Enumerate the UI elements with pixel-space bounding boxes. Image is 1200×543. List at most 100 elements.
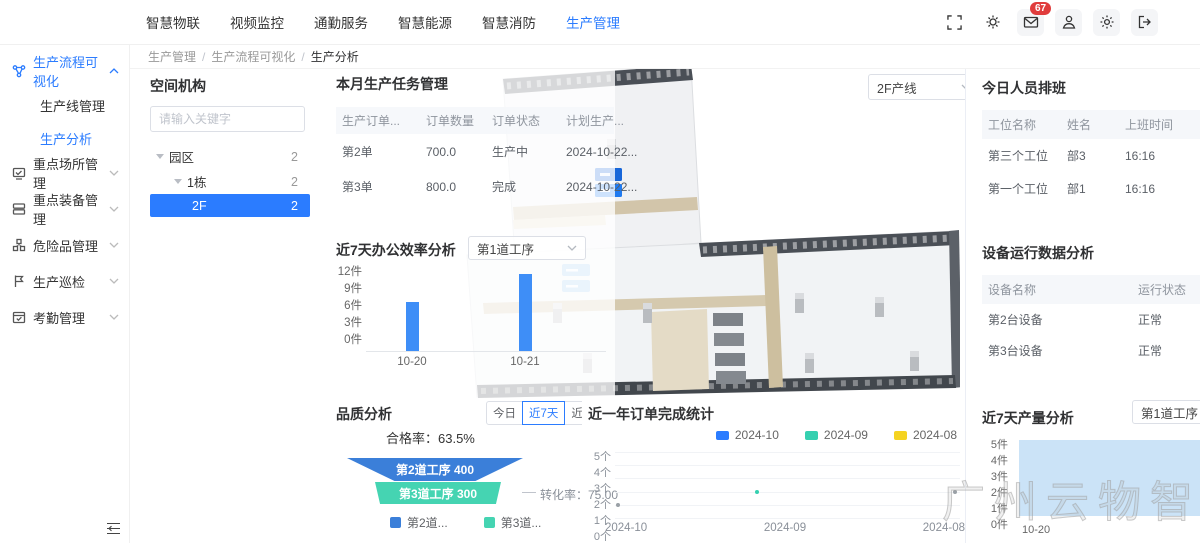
column-header: 计划生产... — [560, 112, 640, 129]
theme-sun-icon[interactable] — [1093, 9, 1120, 36]
x-tick-label: 2024-08 — [923, 522, 965, 534]
right-column: 今日人员排班 工位名称姓名上班时间下班时间第三个工位部316:162第一个工位部… — [965, 68, 1200, 543]
tree-node-count: 2 — [291, 199, 298, 213]
task-table-header-row: 生产订单...订单数量订单状态计划生产... — [336, 107, 614, 134]
output-x-label: 10-20 — [1022, 524, 1050, 536]
legend-color-swatch — [716, 431, 729, 440]
sidebar-item-line-management[interactable]: 生产线管理 — [0, 89, 129, 122]
y-tick-label: 4件 — [991, 452, 1008, 468]
tree-node-2F[interactable]: 2F2 — [150, 194, 310, 217]
sidebar-item-label: 生产巡检 — [33, 272, 85, 291]
tree-node-1栋[interactable]: 1栋 2 — [150, 169, 310, 194]
space-search-input[interactable] — [150, 106, 305, 132]
efficiency-plot-area: 10-2010-21 — [366, 268, 606, 352]
y-tick-label: 0件 — [344, 331, 362, 347]
user-icon[interactable] — [1055, 9, 1082, 36]
nav-item-视频监控[interactable]: 视频监控 — [230, 12, 284, 32]
space-tree: 园区21栋22F2 — [150, 144, 310, 217]
nav-item-智慧能源[interactable]: 智慧能源 — [398, 12, 452, 32]
sidebar-item-key-equipment[interactable]: 重点装备管理 — [0, 191, 129, 227]
nav-item-智慧消防[interactable]: 智慧消防 — [482, 12, 536, 32]
top-icon-group: 67 — [941, 9, 1158, 36]
legend-item: 第2道... — [390, 514, 448, 531]
output-select-value: 第1道工序 — [1141, 403, 1198, 422]
table-row: 第三个工位部316:162 — [982, 139, 1200, 172]
schedule-table: 工位名称姓名上班时间下班时间第三个工位部316:162第一个工位部116:162 — [982, 110, 1200, 205]
legend-color-swatch — [390, 517, 401, 528]
sidebar-item-hazardous-materials[interactable]: 危险品管理 — [0, 227, 129, 263]
gridline — [615, 478, 960, 479]
logout-exit-icon[interactable] — [1131, 9, 1158, 36]
breadcrumb-item[interactable]: 生产分析 — [311, 48, 359, 65]
funnel-stage-1[interactable]: 第2道工序 400 — [347, 458, 523, 481]
sidebar-item-production-analysis[interactable]: 生产分析 — [0, 122, 129, 155]
sidebar-item-label: 生产流程可视化 — [33, 52, 102, 90]
output-process-select[interactable]: 第1道工序 — [1132, 400, 1200, 424]
legend-item[interactable]: 2024-08 — [894, 428, 957, 442]
cell: 部1 — [1061, 180, 1119, 197]
nav-item-通勤服务[interactable]: 通勤服务 — [314, 12, 368, 32]
column-header: 订单状态 — [486, 112, 560, 129]
column-header: 运行状态 — [1132, 281, 1200, 298]
fullscreen-icon[interactable] — [941, 9, 968, 36]
period-button-今日[interactable]: 今日 — [486, 401, 523, 425]
chevron-down-icon — [567, 245, 577, 251]
schedule-panel-title: 今日人员排班 — [982, 78, 1200, 98]
sidebar: 生产流程可视化 生产线管理 生产分析 重点场所管理 重点装备管理 危险品管理 生… — [0, 45, 130, 543]
cell: 2024-10-22... — [560, 180, 640, 194]
period-button-近7天[interactable]: 近7天 — [522, 401, 565, 425]
production-line-select-value: 2F产线 — [877, 78, 917, 97]
y-tick-label: 3件 — [344, 314, 362, 330]
production-line-select[interactable]: 2F产线 — [868, 74, 980, 100]
funnel-stage-2[interactable]: 第3道工序 300 — [375, 482, 501, 504]
settings-gear-icon[interactable] — [979, 9, 1006, 36]
column-header: 生产订单... — [336, 112, 420, 129]
caret-down-icon[interactable] — [174, 179, 182, 184]
table-row: 第3单800.0完成2024-10-22... — [336, 169, 614, 204]
period-button-近30天[interactable]: 近30天 — [564, 401, 582, 425]
cell: 第一个工位 — [982, 180, 1061, 197]
legend-item[interactable]: 2024-09 — [805, 428, 868, 442]
legend-label: 2024-09 — [824, 428, 868, 442]
column-header: 设备名称 — [982, 281, 1132, 298]
tree-node-园区[interactable]: 园区2 — [150, 144, 310, 169]
legend-label: 第3道... — [501, 514, 542, 531]
y-tick-label: 12件 — [338, 263, 362, 279]
sidebar-item-production-flow[interactable]: 生产流程可视化 — [0, 53, 129, 89]
monthly-task-panel: 本月生产任务管理 生产订单...订单数量订单状态计划生产...第2单700.0生… — [336, 74, 614, 204]
tree-node-label: 1栋 — [187, 172, 206, 191]
cell: 正常 — [1132, 342, 1200, 359]
gridline — [615, 505, 960, 506]
sidebar-item-label: 危险品管理 — [33, 236, 98, 255]
tree-node-count: 2 — [291, 175, 298, 189]
y-tick-label: 3个 — [594, 480, 611, 496]
sidebar-collapse-icon[interactable] — [106, 522, 121, 535]
sidebar-item-key-places[interactable]: 重点场所管理 — [0, 155, 129, 191]
legend-item[interactable]: 2024-10 — [716, 428, 779, 442]
mail-icon[interactable]: 67 — [1017, 9, 1044, 36]
efficiency-process-select[interactable]: 第1道工序 — [468, 236, 586, 260]
nav-item-生产管理[interactable]: 生产管理 — [566, 12, 620, 32]
nav-item-智慧物联[interactable]: 智慧物联 — [146, 12, 200, 32]
y-tick-label: 0件 — [991, 516, 1008, 532]
sidebar-item-label: 考勤管理 — [33, 308, 85, 327]
gridline — [615, 518, 960, 519]
tree-node-label: 园区 — [169, 147, 194, 166]
sidebar-item-production-patrol[interactable]: 生产巡检 — [0, 263, 129, 299]
mail-badge: 67 — [1030, 2, 1051, 15]
orders-plot-area — [615, 452, 960, 518]
x-tick-label: 2024-10 — [605, 522, 647, 534]
caret-down-icon[interactable] — [156, 154, 164, 159]
cell: 16:16 — [1119, 149, 1194, 163]
sidebar-item-attendance[interactable]: 考勤管理 — [0, 299, 129, 335]
cell: 生产中 — [486, 143, 560, 160]
legend-color-swatch — [484, 517, 495, 528]
cell: 第2台设备 — [982, 311, 1132, 328]
breadcrumb-item[interactable]: 生产流程可视化 — [211, 48, 295, 65]
efficiency-panel-title: 近7天办公效率分析 — [336, 240, 456, 260]
x-tick-label: 2024-09 — [764, 522, 806, 534]
efficiency-bar — [519, 274, 532, 351]
device-table: 设备名称运行状态第2台设备正常第3台设备正常 — [982, 275, 1200, 366]
breadcrumb-item[interactable]: 生产管理 — [148, 48, 196, 65]
quality-period-buttons: 今日近7天近30天 — [486, 401, 582, 425]
